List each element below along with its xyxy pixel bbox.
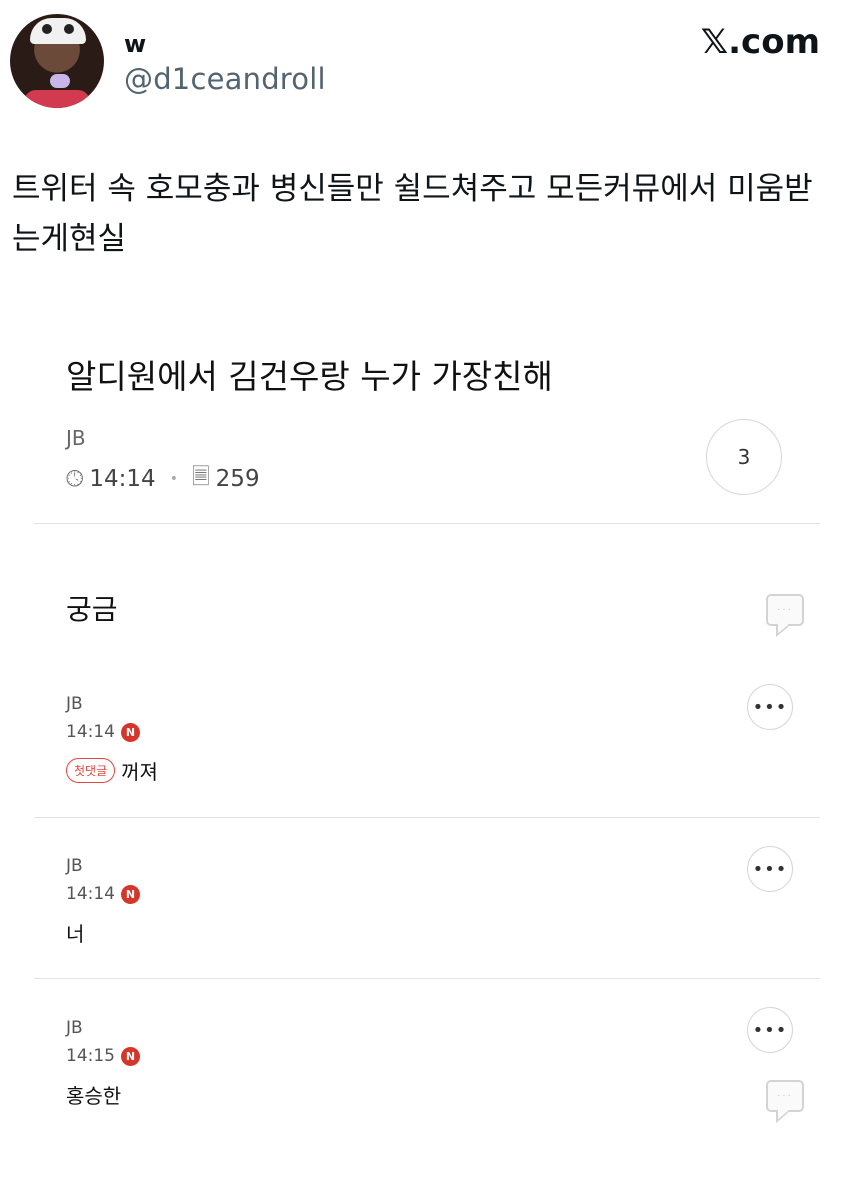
comment-count-button[interactable]: 3	[706, 419, 782, 495]
comment-time-row: 14:14 N	[66, 884, 806, 904]
post-author[interactable]: JB	[66, 426, 86, 450]
comment-item: JB 14:14 N 너	[66, 856, 806, 947]
more-icon[interactable]: •••	[747, 684, 793, 730]
post-title: 알디원에서 김건우랑 누가 가장친해	[66, 357, 553, 396]
comment-author[interactable]: JB	[66, 694, 806, 714]
divider	[34, 817, 820, 818]
speech-bubble-icon[interactable]: ···	[766, 1080, 804, 1112]
document-icon: 🗏	[191, 465, 210, 490]
x-logo: 𝕏.com	[700, 22, 820, 62]
comment-time: 14:14	[66, 884, 115, 904]
post-time: 14:14	[89, 466, 156, 492]
clock-icon: 🕓︎	[66, 466, 84, 492]
user-handle[interactable]: @d1ceandroll	[124, 62, 326, 96]
new-badge: N	[121, 722, 140, 742]
comment-text: 꺼져	[121, 760, 158, 784]
comment-author[interactable]: JB	[66, 856, 806, 876]
comment-body: 첫댓글 꺼져	[66, 756, 806, 785]
more-icon[interactable]: •••	[747, 1007, 793, 1053]
comment-body: 너	[66, 918, 806, 947]
tweet-text: 트위터 속 호모충과 병신들만 쉴드쳐주고 모든커뮤에서 미움받는게현실	[12, 171, 813, 257]
meta-separator: •	[169, 471, 178, 487]
more-icon[interactable]: •••	[747, 846, 793, 892]
comment-item: JB 14:14 N 첫댓글 꺼져	[66, 694, 806, 785]
post-views: 259	[215, 466, 260, 492]
comment-author[interactable]: JB	[66, 1018, 806, 1038]
comment-body: 홍승한	[66, 1080, 806, 1109]
new-badge: N	[121, 884, 140, 904]
divider	[34, 523, 820, 524]
comment-time: 14:14	[66, 722, 115, 742]
new-badge: N	[121, 1046, 140, 1066]
divider	[34, 978, 820, 979]
comment-item: JB 14:15 N 홍승한	[66, 1018, 806, 1109]
section-title: 궁금	[66, 593, 118, 626]
comment-time: 14:15	[66, 1046, 115, 1066]
comment-text: 너	[66, 922, 85, 946]
comment-text: 홍승한	[66, 1084, 122, 1108]
post-meta: 🕓︎ 14:14 • 🗏 259	[66, 460, 260, 498]
comment-time-row: 14:14 N	[66, 722, 806, 742]
avatar[interactable]	[10, 14, 104, 108]
user-display-name[interactable]: w	[124, 30, 146, 58]
comment-time-row: 14:15 N	[66, 1046, 806, 1066]
first-comment-tag: 첫댓글	[66, 758, 116, 783]
speech-bubble-icon[interactable]: ···	[766, 594, 804, 626]
